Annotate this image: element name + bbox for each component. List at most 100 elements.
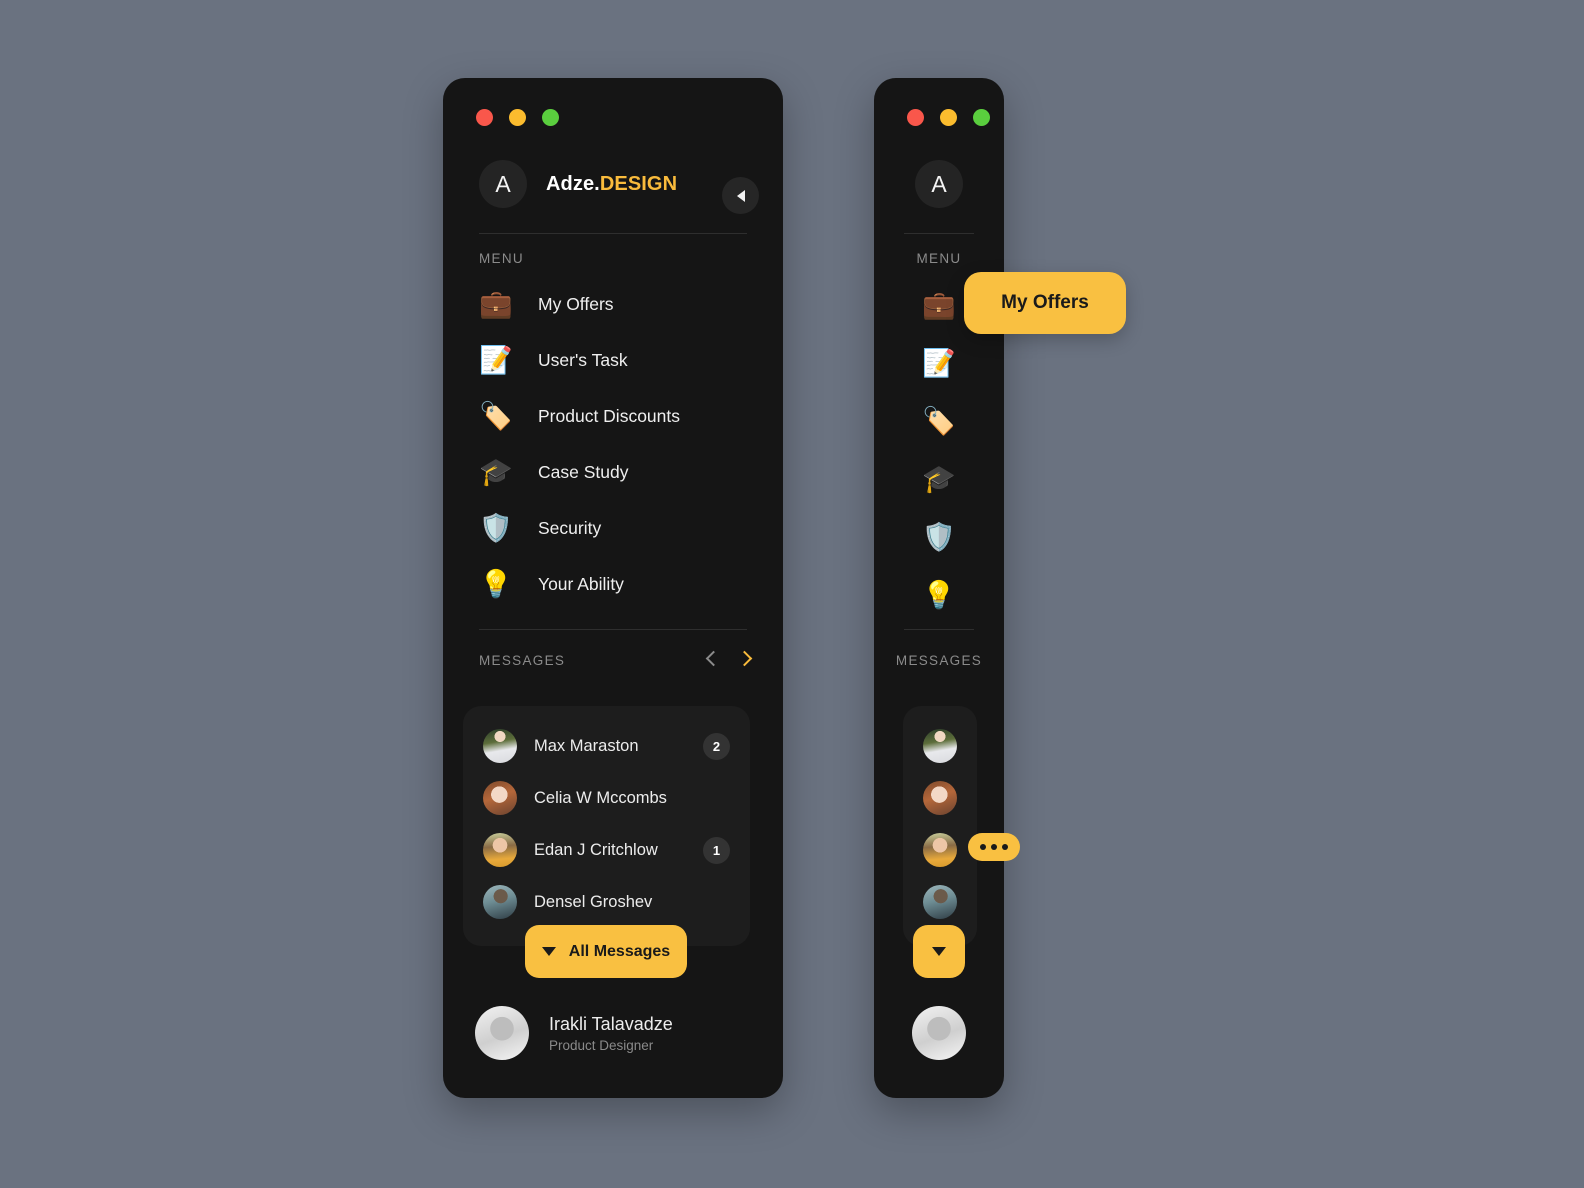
list-item[interactable] [903,824,977,876]
minimize-window-button[interactable] [940,109,957,126]
unread-badge: 2 [703,732,730,760]
dot [1002,844,1008,850]
all-messages-button[interactable]: All Messages [525,925,687,978]
close-window-button[interactable] [907,109,924,126]
list-item-label: Edan J Critchlow [534,840,658,859]
sidebar-item-label: My Offers [538,293,614,314]
graduation-cap-icon: 🎓 [922,463,956,494]
list-item[interactable]: Celia W Mccombs [483,772,730,824]
avatar [483,781,517,815]
minimize-window-button[interactable] [509,109,526,126]
unread-badge: 1 [703,836,730,864]
tooltip-label: My Offers [1001,292,1089,313]
tooltip-my-offers[interactable]: My Offers [964,272,1126,334]
price-tag-percent-icon: 🏷️ [479,400,513,431]
dot [980,844,986,850]
sidebar-item-your-ability[interactable]: 💡 Your Ability [479,556,759,612]
unread-badge [703,889,730,916]
brand-avatar: A [479,160,527,208]
chevron-right-icon[interactable] [736,650,753,667]
avatar [923,833,957,867]
list-item-label: Densel Groshev [534,892,653,911]
list-item[interactable] [903,876,977,928]
menu-section-label: MENU [479,251,524,266]
menu-section-label: MENU [916,251,962,266]
list-item[interactable]: Max Maraston 2 [483,720,730,772]
avatar [483,885,517,919]
clipboard-pencil-icon: 📝 [479,344,513,375]
chevron-left-icon[interactable] [705,650,722,667]
user-profile-text: Irakli Talavadze Product Designer [549,1014,673,1053]
list-item[interactable]: Densel Groshev [483,876,730,928]
briefcase-icon: 💼 [922,289,956,320]
brand-name: Adze.DESIGN [546,173,677,196]
avatar [475,1006,529,1060]
clipboard-pencil-icon: 📝 [922,347,956,378]
sidebar-item-label: User's Task [538,349,628,370]
user-role: Product Designer [549,1037,654,1053]
user-profile[interactable] [912,1006,966,1060]
header-divider [479,233,747,234]
avatar [912,1006,966,1060]
menu-list: 💼 My Offers 📝 User's Task 🏷️ Product Dis… [479,276,759,612]
maximize-window-button[interactable] [542,109,559,126]
brand[interactable]: A Adze.DESIGN [479,160,677,208]
sidebar-item-product-discounts[interactable]: 🏷️ Product Discounts [479,388,759,444]
avatar [483,833,517,867]
avatar [923,885,957,919]
sidebar-item-label: Product Discounts [538,405,681,426]
sidebar-item-product-discounts[interactable]: 🏷️ [874,392,1004,450]
brand-avatar[interactable]: A [915,160,963,208]
brand-initial: A [495,170,511,197]
sidebar-item-my-offers[interactable]: 💼 My Offers [479,276,759,332]
header-divider [904,233,974,234]
list-item[interactable]: Edan J Critchlow 1 [483,824,730,876]
brand-initial: A [931,170,947,197]
list-item-label: Celia W Mccombs [534,788,667,807]
sidebar-item-security[interactable]: 🛡️ [874,508,1004,566]
sidebar-item-users-task[interactable]: 📝 User's Task [479,332,759,388]
user-profile[interactable]: Irakli Talavadze Product Designer [475,1006,673,1060]
caret-down-icon [932,947,946,956]
list-item[interactable] [903,772,977,824]
messages-section-label: MESSAGES [895,653,983,668]
sidebar-item-your-ability[interactable]: 💡 [874,566,1004,624]
avatar [923,729,957,763]
ellipsis-icon[interactable] [968,833,1020,861]
shield-check-icon: 🛡️ [479,512,513,543]
maximize-window-button[interactable] [973,109,990,126]
window-controls [476,109,559,126]
collapse-sidebar-button[interactable] [722,177,759,214]
sidebar-item-label: Security [538,517,602,538]
sidebar-item-security[interactable]: 🛡️ Security [479,500,759,556]
lightbulb-hands-icon: 💡 [922,579,956,610]
all-messages-label: All Messages [568,942,671,960]
caret-down-icon [541,947,556,956]
shield-check-icon: 🛡️ [922,521,956,552]
price-tag-percent-icon: 🏷️ [922,405,956,436]
brand-name-primary: Adze. [546,172,600,195]
sidebar-item-label: Your Ability [538,573,624,594]
avatar [483,729,517,763]
avatar [923,781,957,815]
briefcase-icon: 💼 [479,288,513,319]
messages-section-label: MESSAGES [479,653,566,668]
brand-name-accent: DESIGN [599,172,678,195]
messages-pagination [705,650,753,667]
all-messages-button[interactable] [913,925,965,978]
sidebar-item-users-task[interactable]: 📝 [874,334,1004,392]
dot [991,844,997,850]
sidebar-item-case-study[interactable]: 🎓 [874,450,1004,508]
messages-list-card [903,706,977,946]
graduation-cap-icon: 🎓 [479,456,513,487]
list-item[interactable] [903,720,977,772]
user-name: Irakli Talavadze [549,1013,673,1034]
sidebar-item-case-study[interactable]: 🎓 Case Study [479,444,759,500]
unread-badge [703,785,730,812]
messages-divider [479,629,747,630]
window-controls [907,109,990,126]
close-window-button[interactable] [476,109,493,126]
messages-list-card: Max Maraston 2 Celia W Mccombs Edan J Cr… [463,706,750,946]
sidebar-item-label: Case Study [538,461,629,482]
triangle-left-icon [736,189,745,202]
